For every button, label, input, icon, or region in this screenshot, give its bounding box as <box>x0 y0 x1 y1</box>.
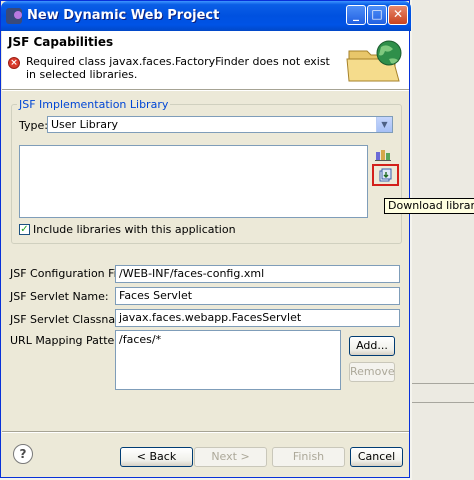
config-file-input[interactable]: /WEB-INF/faces-config.xml <box>115 265 400 283</box>
new-dynamic-web-project-dialog: New Dynamic Web Project _ □ ✕ JSF Capabi… <box>0 0 411 478</box>
maximize-button[interactable]: □ <box>367 5 387 25</box>
error-x-icon: × <box>8 57 20 69</box>
eclipse-icon-dot <box>14 11 22 19</box>
download-library-button[interactable] <box>372 164 399 186</box>
next-button[interactable]: Next > <box>194 447 267 467</box>
download-library-tooltip: Download library... <box>384 198 474 214</box>
include-libraries-checkbox[interactable]: ✓ <box>19 224 30 235</box>
background-divider <box>412 402 474 403</box>
folder-globe-icon <box>346 40 402 82</box>
servlet-name-input[interactable]: Faces Servlet <box>115 287 400 305</box>
window-title: New Dynamic Web Project <box>27 8 220 23</box>
list-item[interactable]: /faces/* <box>119 333 161 346</box>
servlet-classname-input[interactable]: javax.faces.webapp.FacesServlet <box>115 309 400 327</box>
libraries-list[interactable] <box>19 145 368 218</box>
include-libraries-label[interactable]: Include libraries with this application <box>33 223 236 236</box>
page-title: JSF Capabilities <box>8 35 114 49</box>
type-label: Type: <box>19 119 48 132</box>
add-pattern-button[interactable]: Add... <box>349 336 395 356</box>
minimize-button[interactable]: _ <box>346 5 366 25</box>
back-button[interactable]: < Back <box>120 447 193 467</box>
url-patterns-list[interactable]: /faces/* <box>115 330 341 390</box>
servlet-name-label: JSF Servlet Name: <box>10 290 109 303</box>
download-icon <box>379 168 392 182</box>
finish-button[interactable]: Finish <box>272 447 345 467</box>
eclipse-icon <box>6 8 22 24</box>
title-bar[interactable]: New Dynamic Web Project _ □ ✕ <box>1 1 411 31</box>
manage-libraries-icon[interactable] <box>375 147 391 161</box>
remove-pattern-button[interactable]: Remove <box>349 362 395 382</box>
header-separator-highlight <box>2 90 409 91</box>
type-dropdown[interactable]: User Library ▼ <box>47 116 393 133</box>
cancel-button[interactable]: Cancel <box>350 447 403 467</box>
type-dropdown-value: User Library <box>51 118 119 131</box>
error-message: Required class javax.faces.FactoryFinder… <box>26 55 330 81</box>
background-window <box>412 0 474 480</box>
group-title: JSF Implementation Library <box>17 98 171 111</box>
footer-separator-highlight <box>2 432 409 433</box>
config-file-label: JSF Configuration File: <box>10 267 131 280</box>
background-divider <box>412 383 474 384</box>
chevron-down-icon[interactable]: ▼ <box>376 117 392 132</box>
help-icon[interactable]: ? <box>13 444 33 464</box>
close-button[interactable]: ✕ <box>388 5 408 25</box>
